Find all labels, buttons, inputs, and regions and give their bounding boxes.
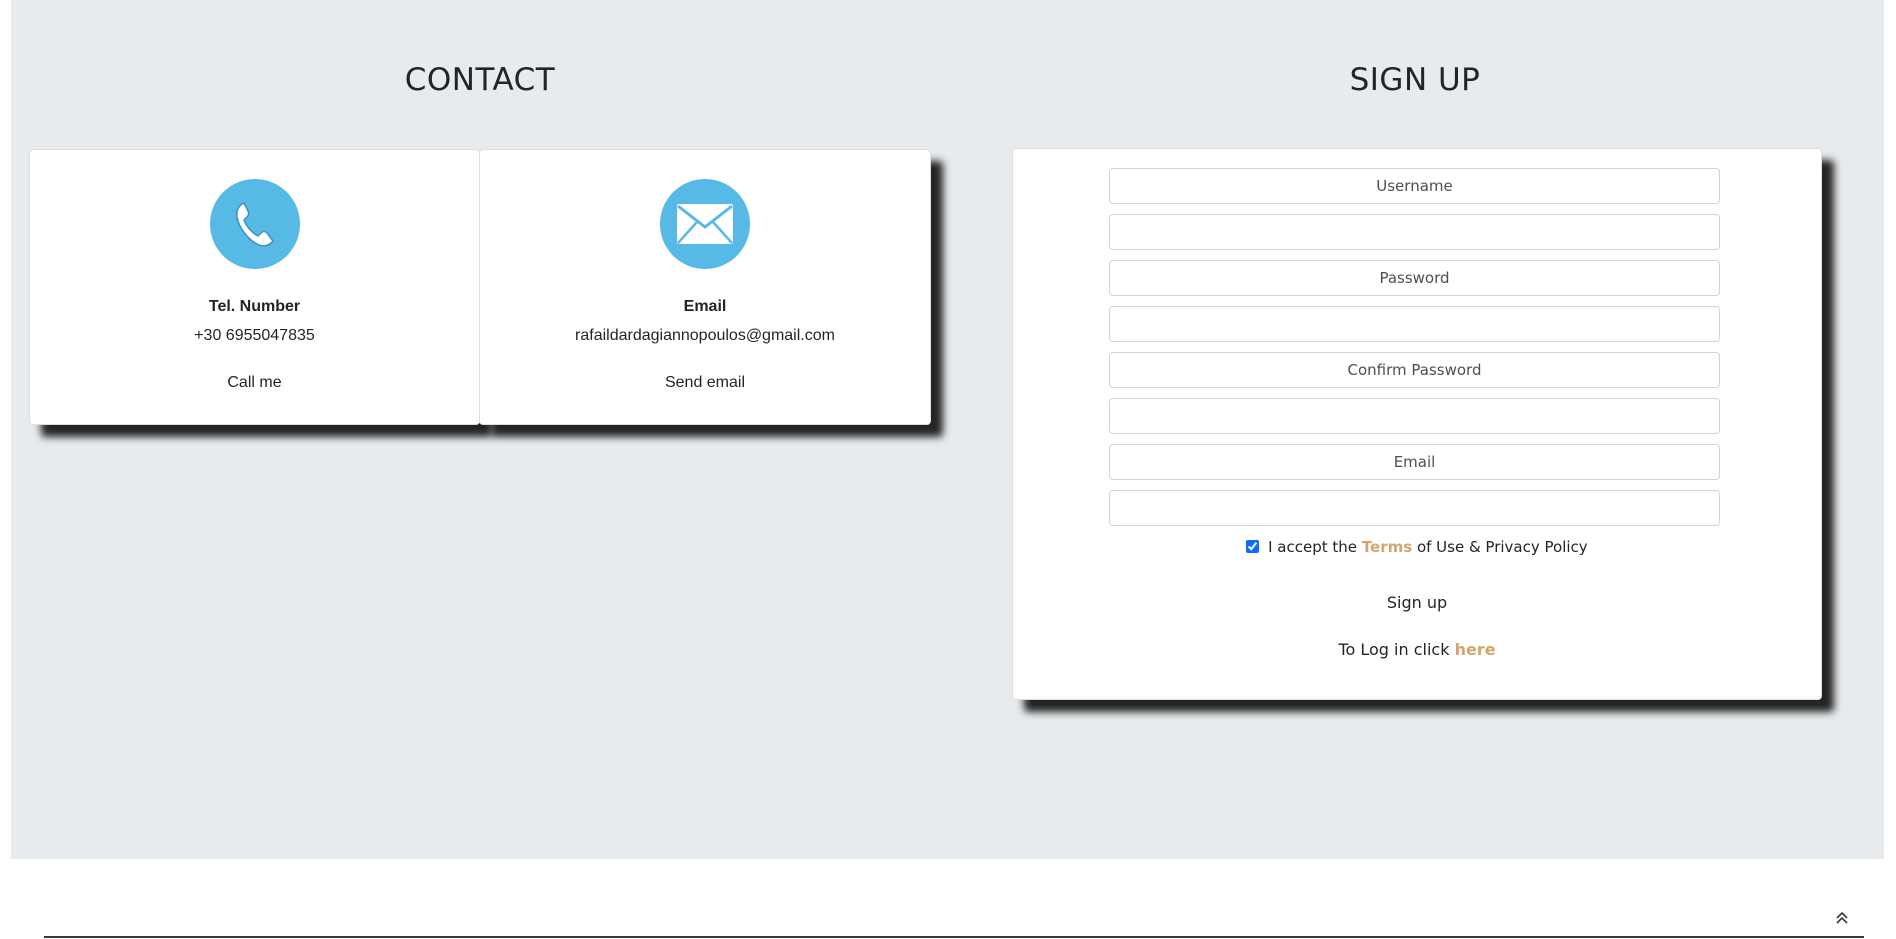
double-chevron-up-icon[interactable] bbox=[1834, 910, 1850, 926]
footer-divider bbox=[44, 936, 1864, 938]
login-row: To Log in click here bbox=[1013, 640, 1821, 659]
envelope-icon bbox=[660, 179, 750, 269]
email-address: rafaildardagiannopoulos@gmail.com bbox=[575, 327, 835, 344]
phone-icon bbox=[209, 179, 300, 269]
terms-row: I accept the Terms of Use & Privacy Poli… bbox=[1013, 538, 1821, 556]
signup-form: Username Password Confirm Password Email… bbox=[1012, 148, 1822, 700]
password-label-field: Password bbox=[1109, 260, 1720, 296]
email-label: Email bbox=[683, 298, 727, 315]
terms-prefix: I accept the bbox=[1268, 538, 1358, 556]
username-label-field: Username bbox=[1109, 168, 1720, 204]
email-card: Email rafaildardagiannopoulos@gmail.com … bbox=[479, 149, 931, 425]
terms-checkbox[interactable] bbox=[1246, 540, 1260, 553]
signup-title: SIGN UP bbox=[1349, 62, 1481, 98]
call-me-button[interactable]: Call me bbox=[30, 374, 479, 392]
send-email-button[interactable]: Send email bbox=[480, 374, 930, 392]
email-input[interactable] bbox=[1109, 490, 1720, 526]
contact-title: CONTACT bbox=[404, 62, 556, 98]
terms-link[interactable]: Terms bbox=[1362, 538, 1412, 556]
username-input[interactable] bbox=[1109, 214, 1720, 250]
confirm-password-input[interactable] bbox=[1109, 398, 1720, 434]
email-label-field: Email bbox=[1109, 444, 1720, 480]
login-prefix: To Log in click bbox=[1338, 640, 1450, 659]
password-input[interactable] bbox=[1109, 306, 1720, 342]
login-link[interactable]: here bbox=[1455, 640, 1496, 659]
terms-suffix: of Use & Privacy Policy bbox=[1416, 538, 1588, 556]
phone-card: Tel. Number +30 6955047835 Call me bbox=[29, 149, 480, 425]
phone-number: +30 6955047835 bbox=[194, 327, 315, 344]
confirm-password-label-field: Confirm Password bbox=[1109, 352, 1720, 388]
signup-button[interactable]: Sign up bbox=[1013, 593, 1821, 612]
phone-label: Tel. Number bbox=[208, 298, 301, 315]
